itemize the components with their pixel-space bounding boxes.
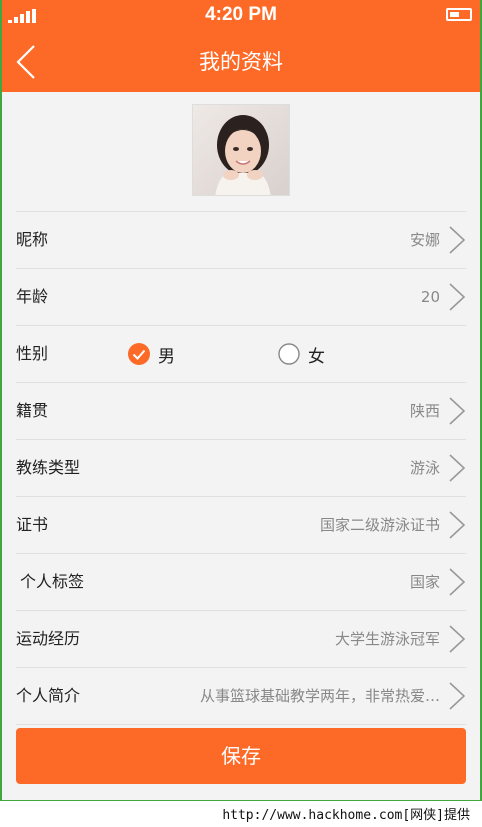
watermark-text: http://www.hackhome.com[网侠]提供 (222, 808, 470, 823)
row-label: 昵称 (16, 230, 49, 249)
chevron-right-icon (449, 226, 466, 254)
battery-icon (446, 8, 472, 21)
chevron-right-icon (449, 568, 466, 596)
row-personal-tags[interactable]: 个人标签 国家 (16, 553, 466, 610)
check-circle-icon (128, 343, 150, 365)
row-hometown[interactable]: 籍贯 陕西 (16, 382, 466, 439)
circle-outline-icon (278, 343, 300, 365)
row-age[interactable]: 年龄 20 (16, 268, 466, 325)
chevron-right-icon (449, 397, 466, 425)
gender-male-radio[interactable]: 男 (128, 326, 175, 382)
chevron-right-icon (449, 283, 466, 311)
chevron-right-icon (449, 511, 466, 539)
status-time: 4:20 PM (205, 4, 277, 25)
chevron-right-icon (449, 625, 466, 653)
row-value: 大学生游泳冠军 (334, 630, 440, 648)
row-value: 国家 (409, 573, 440, 591)
gender-female-radio[interactable]: 女 (278, 326, 325, 382)
chevron-right-icon (449, 454, 466, 482)
gender-female-label: 女 (308, 346, 325, 367)
avatar-photo (193, 105, 289, 195)
row-label: 教练类型 (16, 458, 81, 477)
phone-screen: 4:20 PM 我的资料 昵称 安娜 年龄 20 性别 男 女 籍贯 陕西 教练… (2, 0, 480, 800)
row-value: 安娜 (409, 231, 440, 249)
row-value: 20 (420, 288, 440, 306)
row-coach-type[interactable]: 教练类型 游泳 (16, 439, 466, 496)
page-title: 我的资料 (199, 50, 283, 74)
row-value: 游泳 (409, 459, 440, 477)
row-value: 陕西 (409, 402, 440, 420)
row-bio[interactable]: 个人简介 从事篮球基础教学两年，非常热爱… (16, 667, 466, 725)
row-nickname[interactable]: 昵称 安娜 (16, 211, 466, 268)
row-label: 年龄 (16, 287, 49, 306)
status-bar: 4:20 PM (2, 0, 480, 32)
row-label: 籍贯 (16, 401, 49, 420)
save-button[interactable]: 保存 (16, 728, 466, 784)
profile-list: 昵称 安娜 年龄 20 性别 男 女 籍贯 陕西 教练类型 游泳 证书 国家二级… (16, 211, 466, 725)
row-label: 运动经历 (16, 629, 81, 648)
row-value: 从事篮球基础教学两年，非常热爱… (199, 687, 440, 705)
row-gender: 性别 男 女 (16, 325, 466, 382)
chevron-left-icon (16, 45, 35, 79)
row-value: 国家二级游泳证书 (319, 516, 440, 534)
back-button[interactable] (10, 40, 54, 84)
gender-male-label: 男 (158, 346, 175, 367)
avatar[interactable] (192, 104, 290, 196)
row-certificate[interactable]: 证书 国家二级游泳证书 (16, 496, 466, 553)
watermark-bar: http://www.hackhome.com[网侠]提供 (0, 800, 482, 827)
row-label: 个人标签 (20, 572, 85, 591)
row-label: 性别 (16, 344, 49, 363)
row-label: 证书 (16, 515, 49, 534)
nav-bar: 我的资料 (2, 32, 480, 92)
row-label: 个人简介 (16, 686, 81, 705)
chevron-right-icon (449, 682, 466, 710)
row-sports-experience[interactable]: 运动经历 大学生游泳冠军 (16, 610, 466, 667)
